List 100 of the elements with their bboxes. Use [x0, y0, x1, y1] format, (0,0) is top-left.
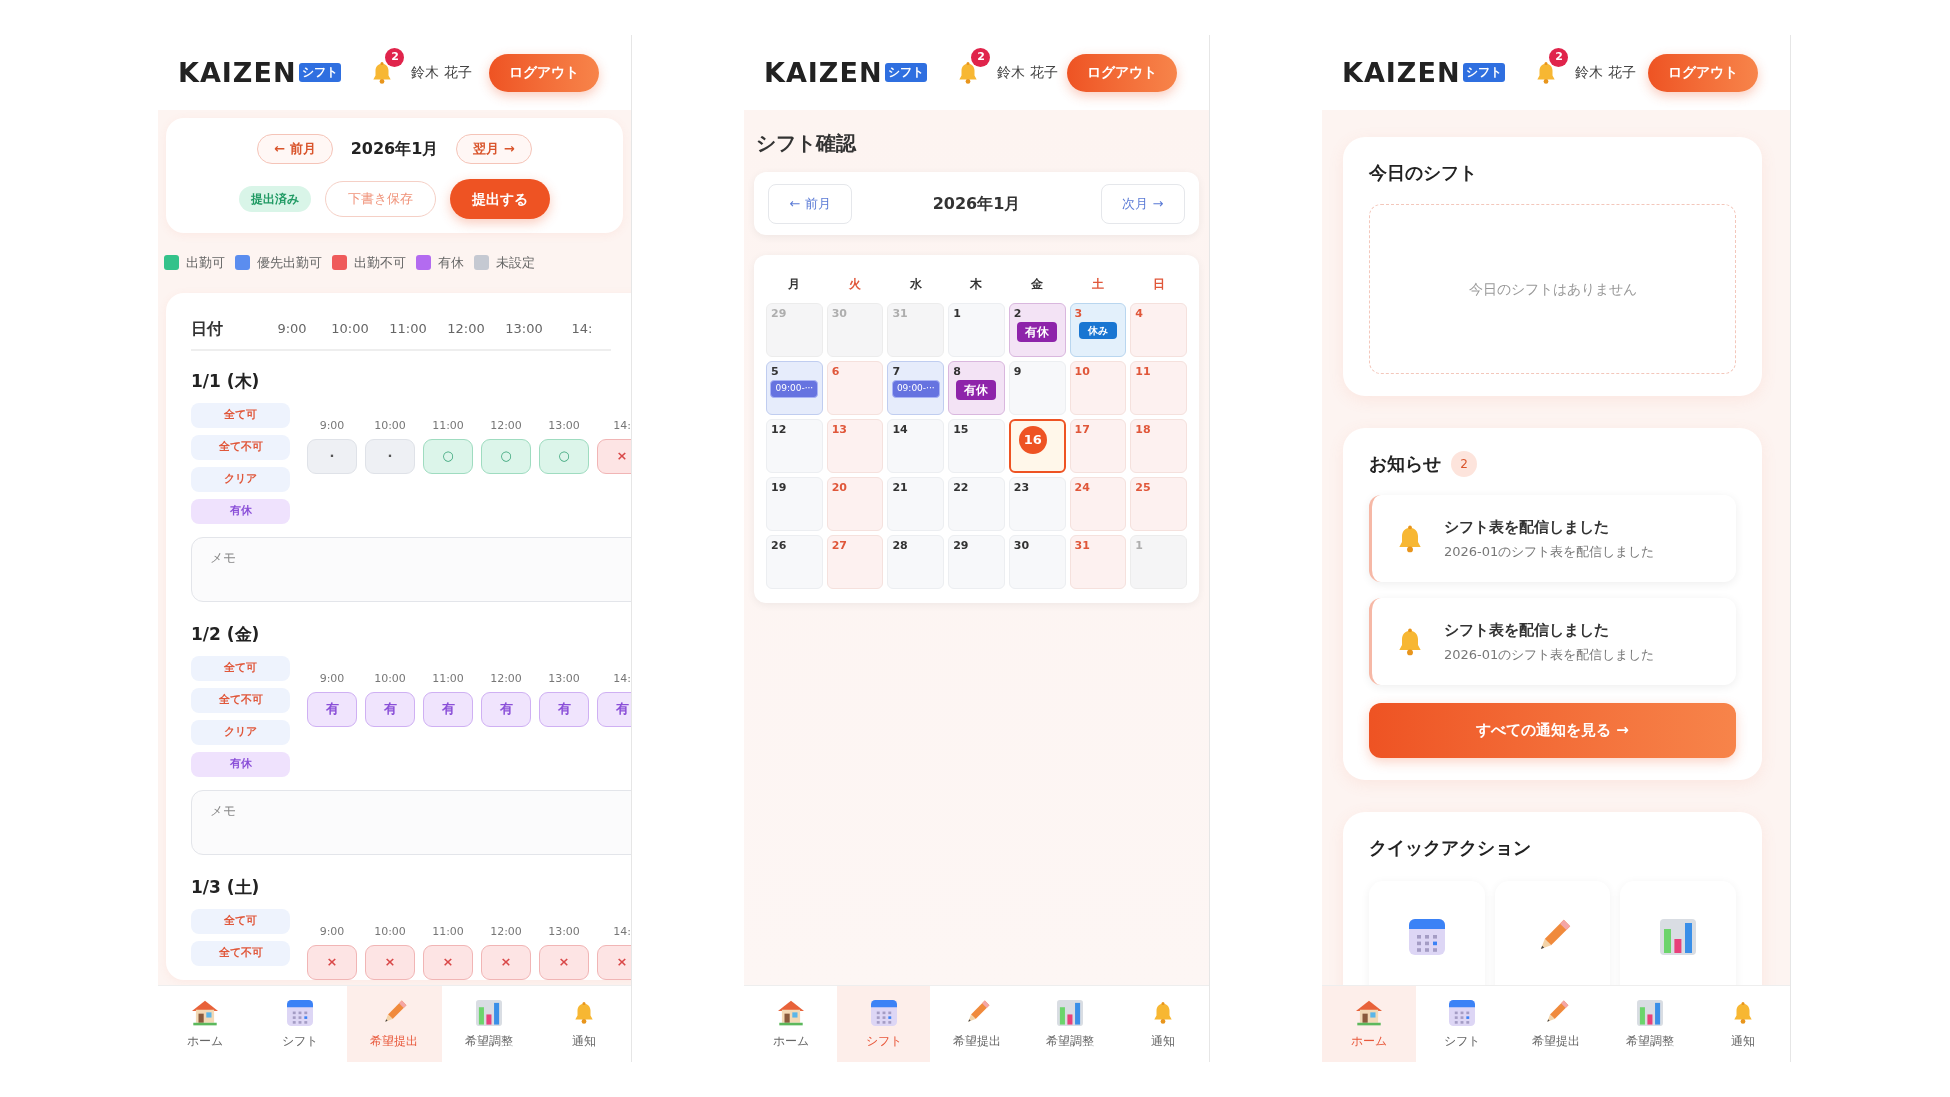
- calendar-day[interactable]: 20: [826, 477, 884, 531]
- calendar-day[interactable]: 23: [1008, 477, 1066, 531]
- calendar-day[interactable]: 4: [1130, 303, 1187, 357]
- calendar-day[interactable]: 31: [1069, 535, 1127, 589]
- day-number: 12: [771, 423, 788, 437]
- bulk-action-button[interactable]: クリア: [191, 719, 290, 745]
- nav-tab[interactable]: 希望調整: [441, 986, 537, 1062]
- calendar-day[interactable]: 21: [887, 477, 945, 531]
- memo-field[interactable]: メモ: [191, 536, 631, 602]
- time-slot[interactable]: ○: [481, 438, 531, 474]
- time-slot[interactable]: 有: [539, 691, 589, 727]
- calendar-day[interactable]: 29: [766, 303, 823, 357]
- day-number: 22: [953, 481, 970, 495]
- bulk-action-button[interactable]: 全て可: [191, 908, 290, 934]
- day-number: 8: [953, 365, 962, 379]
- time-slot[interactable]: ×: [307, 944, 357, 980]
- calendar-icon: [1449, 1000, 1476, 1026]
- nav-tab[interactable]: 希望提出: [347, 986, 442, 1062]
- calendar-day[interactable]: 12: [766, 419, 823, 473]
- calendar-day[interactable]: 17: [1069, 419, 1127, 473]
- calendar-day[interactable]: 3 休み: [1069, 303, 1127, 357]
- calendar-day[interactable]: 10: [1069, 361, 1127, 415]
- calendar-day[interactable]: 5 09:00-···: [766, 361, 823, 415]
- bulk-action-button[interactable]: 全て不可: [191, 940, 290, 966]
- time-slot[interactable]: 有: [307, 691, 357, 727]
- shortcut-tile[interactable]: [1494, 881, 1611, 985]
- calendar-day[interactable]: 9: [1008, 361, 1066, 415]
- nav-tab[interactable]: 通知: [536, 986, 631, 1062]
- logout-button[interactable]: ログアウト: [1648, 53, 1758, 92]
- notification-item[interactable]: シフト表を配信しました 2026-01のシフト表を配信しました: [1369, 495, 1736, 582]
- prev-month-button[interactable]: ← 前月: [257, 134, 333, 164]
- calendar-day[interactable]: 13: [826, 419, 884, 473]
- calendar-day[interactable]: 26: [766, 535, 823, 589]
- nav-tab[interactable]: シフト: [1415, 986, 1510, 1062]
- next-month-button[interactable]: 次月 →: [1101, 183, 1185, 224]
- bulk-action-button[interactable]: 全て可: [191, 402, 290, 428]
- calendar-day[interactable]: 15: [948, 419, 1005, 473]
- slot-time: 11:00: [431, 924, 465, 939]
- nav-tab[interactable]: シフト: [837, 986, 930, 1062]
- nav-tab[interactable]: 希望提出: [1509, 986, 1603, 1062]
- memo-field[interactable]: メモ: [191, 789, 631, 855]
- calendar-day[interactable]: 18: [1130, 419, 1187, 473]
- nav-tab[interactable]: 通知: [1116, 986, 1209, 1062]
- bulk-action-button[interactable]: 有休: [191, 498, 290, 524]
- nav-tab[interactable]: 希望提出: [930, 986, 1023, 1062]
- calendar-day[interactable]: 6: [826, 361, 884, 415]
- time-slot[interactable]: ×: [597, 438, 631, 474]
- bulk-action-button[interactable]: 全て不可: [191, 687, 290, 713]
- submit-button[interactable]: 提出する: [450, 179, 550, 219]
- calendar-day[interactable]: 11: [1130, 361, 1187, 415]
- time-slot[interactable]: ×: [423, 944, 473, 980]
- time-slot[interactable]: 有: [481, 691, 531, 727]
- time-slot[interactable]: ×: [365, 944, 415, 980]
- logout-button[interactable]: ログアウト: [489, 53, 599, 92]
- calendar-day[interactable]: 27: [826, 535, 884, 589]
- calendar-day[interactable]: 1: [948, 303, 1005, 357]
- prev-month-button[interactable]: ← 前月: [768, 183, 852, 224]
- calendar-day[interactable]: 2 有休: [1008, 303, 1066, 357]
- time-slot[interactable]: ×: [597, 944, 631, 980]
- time-slot[interactable]: 有: [597, 691, 631, 727]
- time-slot[interactable]: ×: [481, 944, 531, 980]
- nav-tab[interactable]: ホーム: [744, 986, 837, 1062]
- calendar-day[interactable]: 24: [1069, 477, 1127, 531]
- page-title: シフト確認: [756, 130, 858, 157]
- calendar-day[interactable]: 30: [826, 303, 884, 357]
- nav-tab[interactable]: 希望調整: [1602, 986, 1697, 1062]
- time-slot[interactable]: ·: [307, 438, 357, 474]
- next-month-button[interactable]: 翌月 →: [456, 134, 532, 164]
- calendar-day[interactable]: 19: [766, 477, 823, 531]
- nav-tab[interactable]: ホーム: [158, 986, 253, 1062]
- calendar-day[interactable]: 14: [887, 419, 945, 473]
- calendar-day[interactable]: 1: [1130, 535, 1187, 589]
- nav-tab[interactable]: シフト: [252, 986, 348, 1062]
- calendar-day[interactable]: 16: [1008, 419, 1066, 473]
- time-slot[interactable]: ×: [539, 944, 589, 980]
- time-slot[interactable]: 有: [423, 691, 473, 727]
- calendar-day[interactable]: 7 09:00-···: [887, 361, 945, 415]
- calendar-day[interactable]: 29: [948, 535, 1005, 589]
- calendar-day[interactable]: 28: [887, 535, 945, 589]
- bulk-action-button[interactable]: 全て可: [191, 655, 290, 681]
- time-slot[interactable]: ○: [423, 438, 473, 474]
- calendar-day[interactable]: 30: [1008, 535, 1066, 589]
- nav-tab[interactable]: ホーム: [1322, 986, 1416, 1062]
- notification-item[interactable]: シフト表を配信しました 2026-01のシフト表を配信しました: [1369, 598, 1736, 685]
- time-slot[interactable]: ○: [539, 438, 589, 474]
- calendar-day[interactable]: 31: [887, 303, 945, 357]
- shortcut-tile[interactable]: [1369, 881, 1485, 985]
- bulk-action-button[interactable]: 有休: [191, 751, 290, 777]
- time-slot[interactable]: 有: [365, 691, 415, 727]
- nav-tab[interactable]: 希望調整: [1023, 986, 1116, 1062]
- nav-tab[interactable]: 通知: [1696, 986, 1790, 1062]
- view-all-notifications-button[interactable]: すべての通知を見る →: [1369, 703, 1736, 758]
- calendar-day[interactable]: 8 有休: [948, 361, 1005, 415]
- shortcut-tile[interactable]: [1620, 881, 1736, 985]
- bulk-action-button[interactable]: クリア: [191, 466, 290, 492]
- bulk-action-button[interactable]: 全て不可: [191, 434, 290, 460]
- calendar-day[interactable]: 22: [948, 477, 1005, 531]
- logout-button[interactable]: ログアウト: [1067, 53, 1177, 92]
- time-slot[interactable]: ·: [365, 438, 415, 474]
- calendar-day[interactable]: 25: [1130, 477, 1187, 531]
